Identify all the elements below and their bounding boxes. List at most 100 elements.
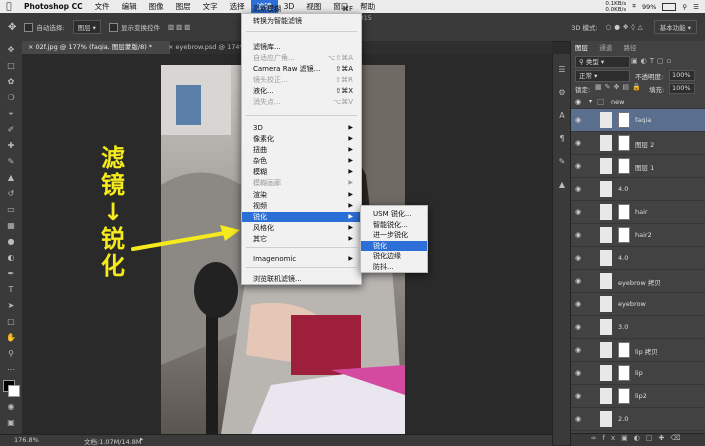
layer-thumbnail[interactable] — [600, 158, 612, 174]
trash-icon[interactable]: ⌫ — [670, 434, 686, 442]
shape-tool-icon[interactable]: ▢ — [3, 314, 19, 329]
sharpen-menu-item[interactable]: 进一步锐化 — [361, 230, 427, 240]
layer-thumbnail[interactable] — [600, 296, 612, 312]
eye-icon[interactable]: ◉ — [575, 392, 581, 400]
menu-file[interactable]: 文件 — [89, 0, 116, 13]
filter-menu-item[interactable]: 风格化 ▶ — [242, 223, 361, 233]
layer-thumbnail[interactable] — [600, 342, 612, 358]
layer-mask-thumbnail[interactable] — [618, 204, 630, 220]
quick-mask-icon[interactable]: ◉ — [3, 399, 19, 414]
tab-document-1[interactable]: × 02f.jpg @ 177% (faqia, 图层蒙版/8) * — [22, 41, 170, 54]
filter-menu-item[interactable]: 扭曲 ▶ — [242, 145, 361, 155]
brush-tool-icon[interactable]: ✎ — [3, 154, 19, 169]
eye-icon[interactable]: ◉ — [575, 277, 581, 285]
menu-app-name[interactable]: Photoshop CC — [18, 0, 89, 13]
clone-source-panel-icon[interactable]: ▲ — [554, 177, 570, 192]
layer-row[interactable]: ◉ 4.0 — [571, 178, 705, 201]
workspace-switcher[interactable]: 基本功能 ▾ — [653, 20, 697, 34]
eye-icon[interactable]: ◉ — [575, 231, 581, 239]
path-select-tool-icon[interactable]: ➤ — [3, 298, 19, 313]
layer-thumbnail[interactable] — [600, 135, 612, 151]
apple-icon[interactable]:  — [0, 2, 18, 12]
layer-thumbnail[interactable] — [600, 112, 612, 128]
healing-brush-tool-icon[interactable]: ✚ — [3, 138, 19, 153]
layer-thumbnail[interactable] — [600, 388, 612, 404]
layer-mask-thumbnail[interactable] — [618, 342, 630, 358]
filter-menu-item[interactable]: 液化... ⇧⌘X — [242, 86, 361, 96]
background-color-swatch[interactable] — [8, 385, 20, 397]
filter-menu-item[interactable]: 渲染 ▶ — [242, 190, 361, 200]
filter-menu-item[interactable]: 其它 ▶ — [242, 234, 361, 244]
show-transform-checkbox[interactable]: 显示变换控件 — [108, 22, 160, 33]
layer-mask-thumbnail[interactable] — [618, 388, 630, 404]
layer-mask-thumbnail[interactable] — [618, 227, 630, 243]
lock-icons[interactable]: ▦✎✥▤🔒 — [595, 83, 644, 91]
filter-menu-item[interactable]: Imagenomic ▶ — [242, 254, 361, 264]
hand-tool-icon[interactable]: ✋ — [3, 330, 19, 345]
paragraph-panel-icon[interactable]: ¶ — [554, 131, 570, 146]
menu-list-icon[interactable]: ☰ — [693, 3, 699, 11]
move-tool-icon[interactable]: ✥ — [3, 42, 19, 57]
layer-kind-filter[interactable]: ⚲ 类型 ▾ — [575, 56, 630, 68]
filter-menu-item[interactable]: 杂色 ▶ — [242, 156, 361, 166]
pen-tool-icon[interactable]: ✒ — [3, 266, 19, 281]
mask-icon[interactable]: ▣ — [621, 434, 634, 442]
type-tool-icon[interactable]: T — [3, 282, 19, 297]
layer-mask-thumbnail[interactable] — [618, 112, 630, 128]
layer-row[interactable]: ◉ lip — [571, 362, 705, 385]
tab-channels[interactable]: 通道 — [599, 44, 612, 52]
history-brush-tool-icon[interactable]: ↺ — [3, 186, 19, 201]
tab-layers[interactable]: 图层 — [575, 44, 588, 52]
menu-layer[interactable]: 图层 — [170, 0, 197, 13]
link-icon[interactable]: ∞ — [591, 434, 603, 442]
marquee-tool-icon[interactable]: □ — [3, 58, 19, 73]
sharpen-menu-item[interactable]: 智能锐化... — [361, 220, 427, 230]
new-group-icon[interactable]: □ — [646, 434, 659, 442]
layer-row[interactable]: ◉ faqia — [571, 109, 705, 132]
filter-menu-item[interactable]: 高斯模糊 ⌘F — [242, 4, 361, 14]
layer-thumbnail[interactable] — [600, 227, 612, 243]
tab-paths[interactable]: 路径 — [623, 44, 636, 52]
eye-icon[interactable]: ◉ — [575, 346, 581, 354]
layer-row[interactable]: ◉ eyebrow — [571, 293, 705, 316]
properties-panel-icon[interactable]: ⚙ — [554, 85, 570, 100]
filter-menu-item[interactable]: 转换为智能滤镜 — [242, 16, 361, 26]
eye-icon[interactable]: ◉ — [575, 300, 581, 308]
lasso-tool-icon[interactable]: ✿ — [3, 74, 19, 89]
wifi-icon[interactable]: ⌗ — [632, 2, 636, 11]
layer-thumbnail[interactable] — [600, 365, 612, 381]
character-panel-icon[interactable]: A — [554, 108, 570, 123]
filter-menu-item[interactable]: 浏览联机滤镜... — [242, 274, 361, 284]
tab-close-icon[interactable]: × — [28, 43, 33, 51]
layer-thumbnail[interactable] — [600, 181, 612, 197]
opacity-input[interactable]: 100% — [669, 70, 695, 81]
filter-icons[interactable]: ▣◐T▢▫ — [631, 57, 674, 65]
blur-tool-icon[interactable]: ● — [3, 234, 19, 249]
zoom-tool-icon[interactable]: ⚲ — [3, 346, 19, 361]
filter-menu-item[interactable]: 滤镜库... — [242, 42, 361, 52]
filter-menu-item[interactable]: 3D ▶ — [242, 123, 361, 133]
align-icons[interactable]: ▥▥▥ — [168, 23, 192, 31]
eye-icon[interactable]: ◉ — [575, 98, 581, 106]
3d-mode-icons[interactable]: ○●✥◊△ — [606, 23, 646, 31]
layer-mask-thumbnail[interactable] — [618, 135, 630, 151]
color-swatches[interactable] — [3, 380, 20, 397]
layer-row[interactable]: ◉ 3.0 — [571, 316, 705, 339]
quick-select-tool-icon[interactable]: ❍ — [3, 90, 19, 105]
menu-type[interactable]: 文字 — [197, 0, 224, 13]
layer-row[interactable]: ◉ 4.0 — [571, 247, 705, 270]
chevron-down-icon[interactable]: ▾ — [589, 98, 592, 105]
clone-stamp-tool-icon[interactable]: ▲ — [3, 170, 19, 185]
more-tools-icon[interactable]: ⋯ — [3, 362, 19, 377]
layer-thumbnail[interactable] — [600, 250, 612, 266]
auto-select-dropdown[interactable]: 图层 ▾ — [72, 20, 101, 34]
eye-icon[interactable]: ◉ — [575, 323, 581, 331]
eye-icon[interactable]: ◉ — [575, 139, 581, 147]
filter-menu-item[interactable]: 模糊 ▶ — [242, 167, 361, 177]
auto-select-checkbox[interactable]: 自动选择: — [24, 22, 65, 33]
filter-menu-item[interactable]: 锐化 ▶ — [242, 212, 361, 222]
status-arrow-icon[interactable]: ▸ — [140, 435, 143, 443]
sharpen-menu-item[interactable]: 锐化边缘 — [361, 251, 427, 261]
layer-row[interactable]: ◉ hair2 — [571, 224, 705, 247]
sharpen-menu-item[interactable]: 锐化 — [361, 240, 427, 251]
